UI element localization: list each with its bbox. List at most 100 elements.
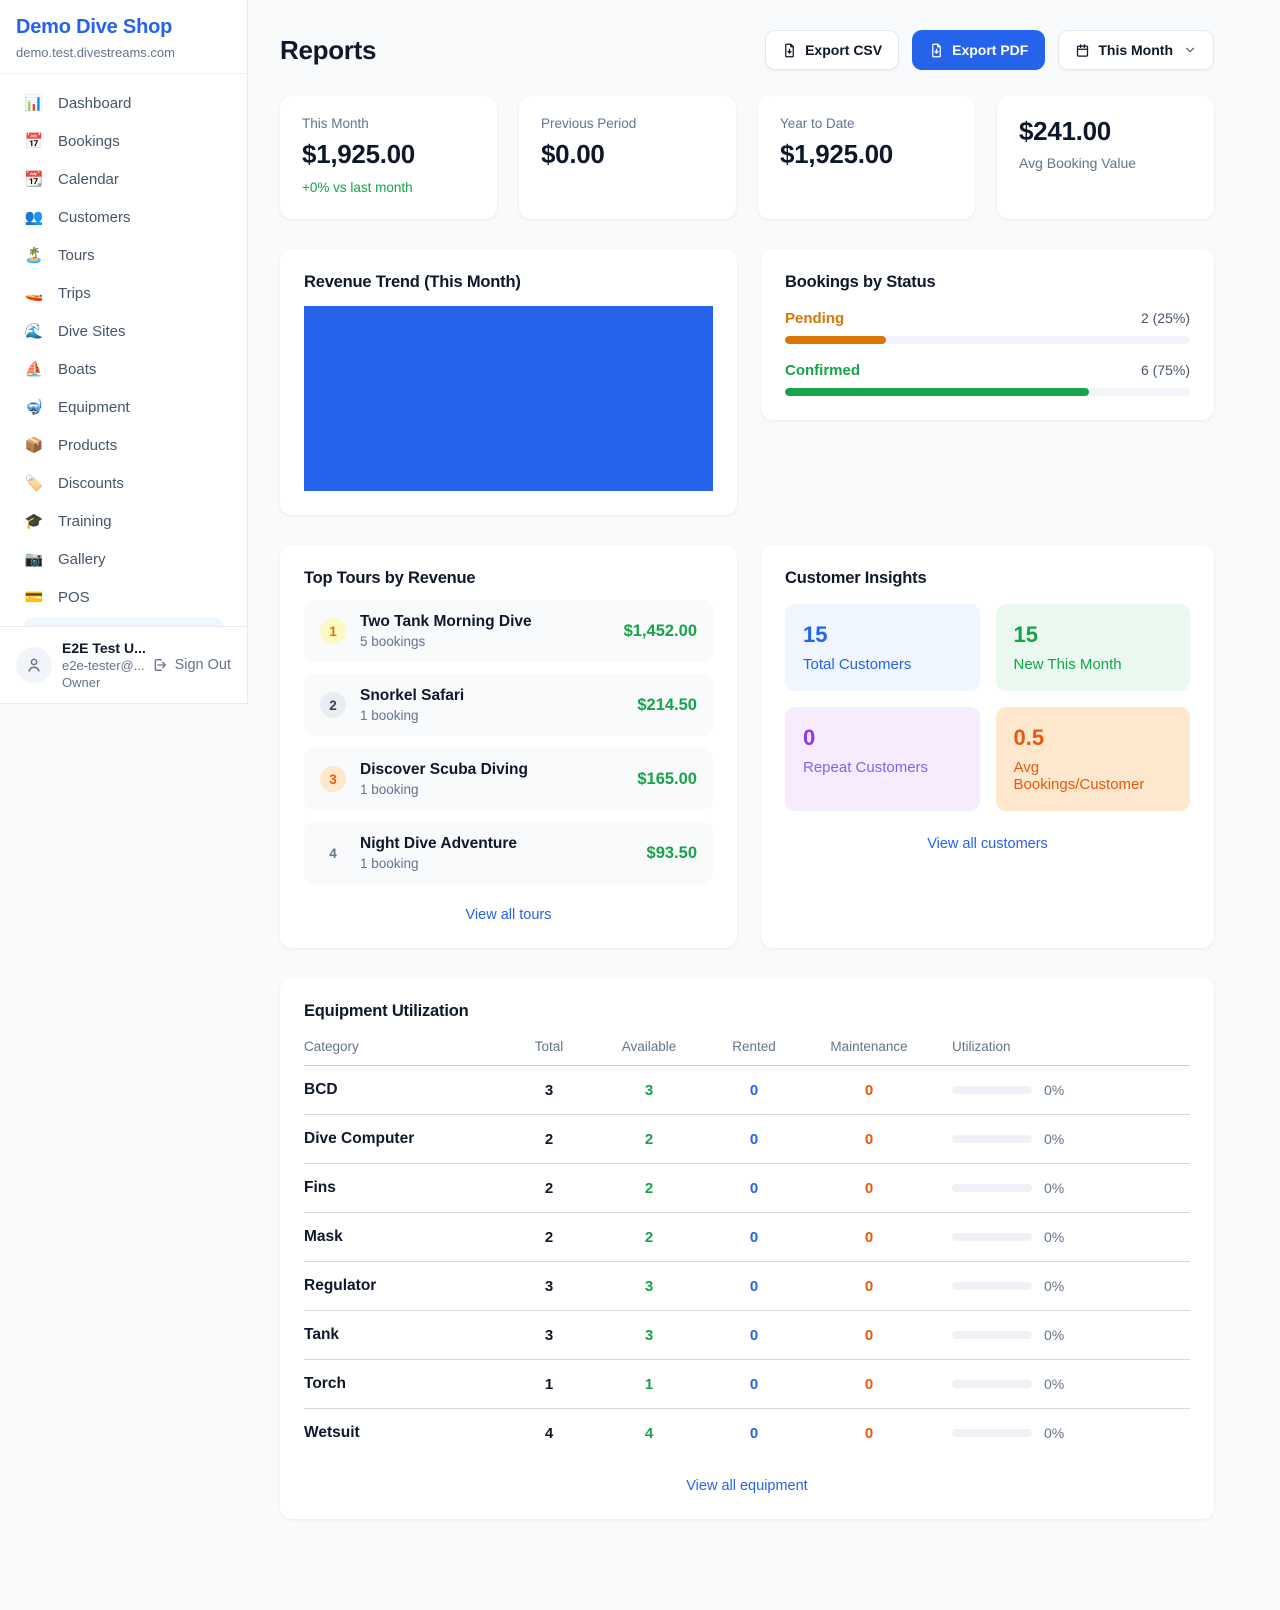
sidebar-item-products[interactable]: 📦Products xyxy=(12,426,235,464)
sidebar-item-label: Boats xyxy=(58,361,96,378)
sidebar-item-boats[interactable]: ⛵ Boats xyxy=(12,350,235,388)
view-all-tours-link[interactable]: View all tours xyxy=(466,907,552,923)
sidebar-item-trips[interactable]: 🚤 Trips xyxy=(12,274,235,312)
tour-bookings: 1 booking xyxy=(360,856,517,871)
equipment-available: 3 xyxy=(594,1082,704,1099)
col-available: Available xyxy=(594,1039,704,1054)
status-bar-track xyxy=(785,336,1190,344)
rank-badge: 1 xyxy=(320,618,346,644)
tour-row: 4 Night Dive Adventure 1 booking $93.50 xyxy=(304,822,713,884)
sidebar-item-label: Trips xyxy=(58,285,91,302)
tour-revenue: $214.50 xyxy=(637,696,697,715)
table-row: Torch 1 1 0 0 0% xyxy=(304,1360,1190,1409)
sidebar-item-label: Customers xyxy=(58,209,131,226)
equipment-total: 2 xyxy=(504,1131,594,1148)
sidebar: Demo Dive Shop demo.test.divestreams.com… xyxy=(0,0,248,704)
sidebar-item-label: Calendar xyxy=(58,171,119,188)
sidebar-item-label: Bookings xyxy=(58,133,120,150)
table-row: Mask 2 2 0 0 0% xyxy=(304,1213,1190,1262)
view-all-customers-link[interactable]: View all customers xyxy=(927,836,1048,852)
sidebar-item-equipment[interactable]: 🤿Equipment xyxy=(12,388,235,426)
equipment-rented: 0 xyxy=(704,1425,804,1442)
sidebar-item-label: Dive Sites xyxy=(58,323,126,340)
sign-out-label: Sign Out xyxy=(175,657,231,673)
col-maintenance: Maintenance xyxy=(804,1039,934,1054)
sidebar-item-tours[interactable]: 🏝️Tours xyxy=(12,236,235,274)
top-tours-title: Top Tours by Revenue xyxy=(304,569,713,588)
gallery-icon: 📷 xyxy=(24,550,44,568)
utilization-pct: 0% xyxy=(1044,1278,1064,1294)
equipment-total: 3 xyxy=(504,1082,594,1099)
equipment-total: 2 xyxy=(504,1229,594,1246)
period-select[interactable]: This Month xyxy=(1058,30,1214,70)
tour-revenue: $165.00 xyxy=(637,770,697,789)
stat-label: Year to Date xyxy=(780,116,953,131)
equipment-table: Category Total Available Rented Maintena… xyxy=(304,1039,1190,1457)
sidebar-item-bookings[interactable]: 📅Bookings xyxy=(12,122,235,160)
utilization-pct: 0% xyxy=(1044,1376,1064,1392)
sidebar-item-dive-sites[interactable]: 🌊 Dive Sites xyxy=(12,312,235,350)
insight-label: Repeat Customers xyxy=(803,759,962,776)
stat-label: This Month xyxy=(302,116,475,131)
sidebar-item-label: Dashboard xyxy=(58,95,131,112)
sidebar-item-pos[interactable]: 💳POS xyxy=(12,578,235,616)
tour-row: 1 Two Tank Morning Dive 5 bookings $1,45… xyxy=(304,600,713,662)
sidebar-item-discounts[interactable]: 🏷️Discounts xyxy=(12,464,235,502)
utilization-track xyxy=(952,1331,1032,1339)
sidebar-item-gallery[interactable]: 📷 Gallery xyxy=(12,540,235,578)
revenue-trend-title: Revenue Trend (This Month) xyxy=(304,273,713,292)
file-download-icon xyxy=(782,43,797,58)
sidebar-item-label: Training xyxy=(58,513,112,530)
tour-name: Night Dive Adventure xyxy=(360,835,517,853)
export-pdf-button[interactable]: Export PDF xyxy=(912,30,1045,70)
sidebar-item-label: Gallery xyxy=(58,551,106,568)
utilization-pct: 0% xyxy=(1044,1131,1064,1147)
rank-badge: 3 xyxy=(320,766,346,792)
tour-bookings: 5 bookings xyxy=(360,634,532,649)
insight-value: 15 xyxy=(1014,622,1173,648)
status-label: Confirmed xyxy=(785,362,860,379)
equipment-category: Torch xyxy=(304,1375,504,1393)
sidebar-item-customers[interactable]: 👥Customers xyxy=(12,198,235,236)
sidebar-item-training[interactable]: 🎓Training xyxy=(12,502,235,540)
table-row: Regulator 3 3 0 0 0% xyxy=(304,1262,1190,1311)
equipment-category: Mask xyxy=(304,1228,504,1246)
view-all-equipment-link[interactable]: View all equipment xyxy=(686,1478,807,1494)
stat-label: Previous Period xyxy=(541,116,714,131)
page-title: Reports xyxy=(280,35,376,66)
utilization-pct: 0% xyxy=(1044,1082,1064,1098)
equipment-maintenance: 0 xyxy=(804,1180,934,1197)
bookings-by-status-title: Bookings by Status xyxy=(785,273,1190,292)
trips-icon: 🚤 xyxy=(24,284,44,302)
products-icon: 📦 xyxy=(24,436,44,454)
boats-icon: ⛵ xyxy=(24,360,44,378)
shop-name: Demo Dive Shop xyxy=(16,16,231,39)
equipment-available: 3 xyxy=(594,1327,704,1344)
utilization-track xyxy=(952,1184,1032,1192)
top-tours-card: Top Tours by Revenue 1 Two Tank Morning … xyxy=(280,545,737,948)
sidebar-item-reports-partial[interactable] xyxy=(24,618,223,626)
dive-sites-icon: 🌊 xyxy=(24,322,44,340)
insight-value: 0.5 xyxy=(1014,725,1173,751)
sidebar-item-label: Equipment xyxy=(58,399,130,416)
bookings-by-status-card: Bookings by Status Pending 2 (25%) Confi… xyxy=(761,249,1214,420)
sidebar-item-dashboard[interactable]: 📊Dashboard xyxy=(12,84,235,122)
pos-icon: 💳 xyxy=(24,588,44,606)
main-content: Reports Export CSV Export PDF This Month xyxy=(248,0,1280,1552)
equipment-maintenance: 0 xyxy=(804,1082,934,1099)
equipment-maintenance: 0 xyxy=(804,1229,934,1246)
equipment-maintenance: 0 xyxy=(804,1131,934,1148)
sign-out-button[interactable]: Sign Out xyxy=(152,657,231,673)
table-row: Wetsuit 4 4 0 0 0% xyxy=(304,1409,1190,1457)
status-count: 6 (75%) xyxy=(1141,362,1190,378)
calendar-icon xyxy=(1075,43,1090,58)
insight-tile-repeat-customers: 0 Repeat Customers xyxy=(785,707,980,811)
sidebar-item-calendar[interactable]: 📆Calendar xyxy=(12,160,235,198)
sidebar-item-label: Tours xyxy=(58,247,95,264)
equipment-rented: 0 xyxy=(704,1376,804,1393)
export-csv-button[interactable]: Export CSV xyxy=(765,30,899,70)
table-row: Tank 3 3 0 0 0% xyxy=(304,1311,1190,1360)
stat-value: $241.00 xyxy=(1019,116,1192,147)
stat-cards: This Month $1,925.00 +0% vs last month P… xyxy=(280,96,1214,219)
stat-label: Avg Booking Value xyxy=(1019,155,1192,171)
